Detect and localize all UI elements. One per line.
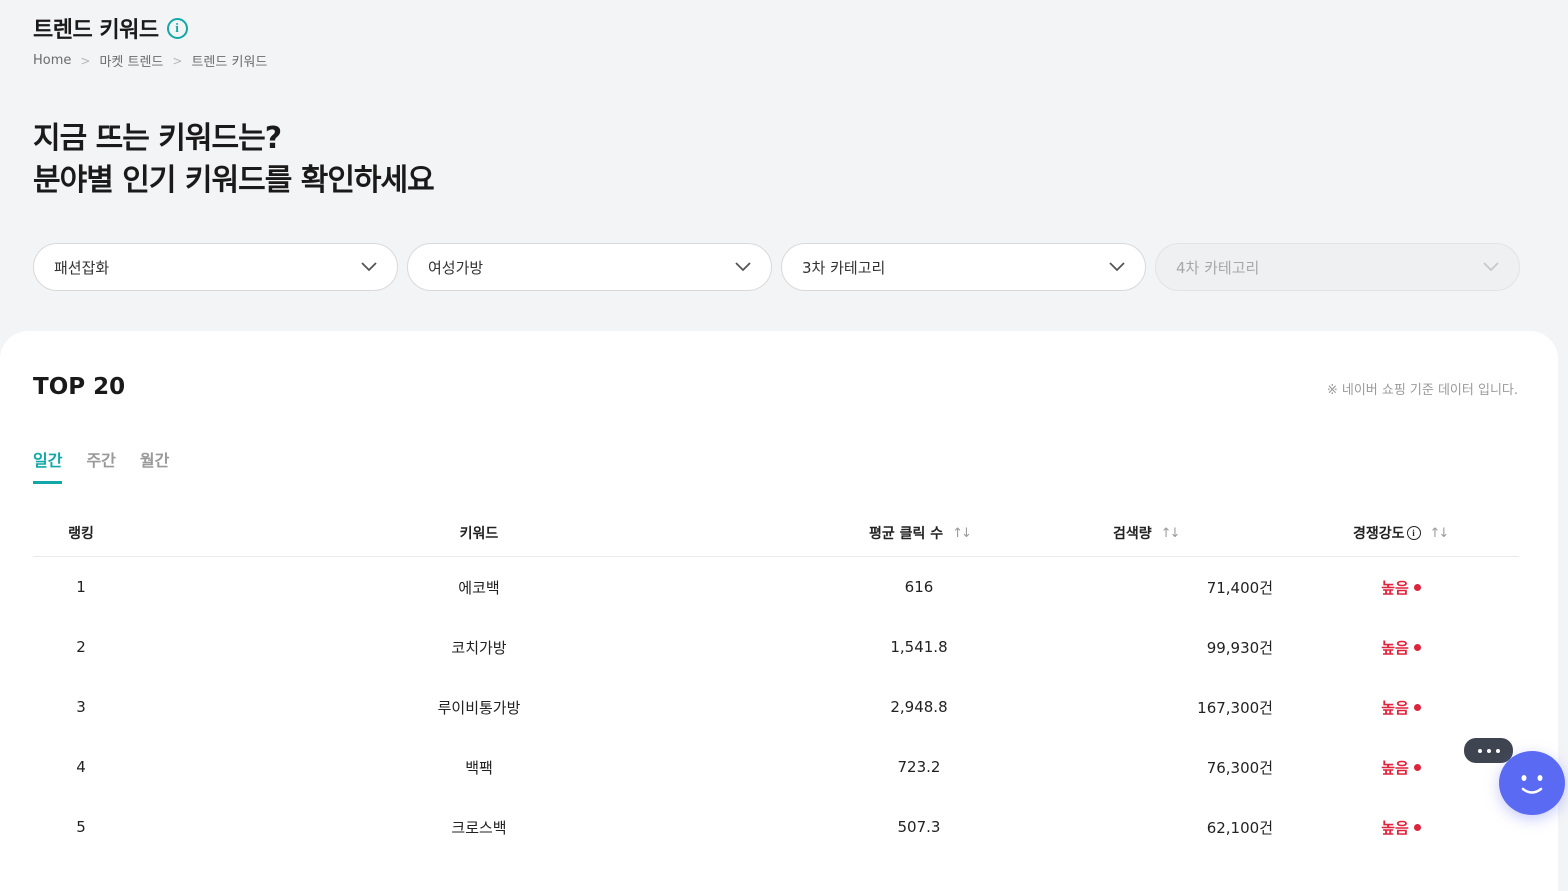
tab-weekly[interactable]: 주간 bbox=[86, 447, 115, 484]
breadcrumb-trend-keyword: 트렌드 키워드 bbox=[191, 55, 268, 70]
cell-rank: 3 bbox=[76, 698, 86, 716]
chevron-down-icon bbox=[735, 262, 751, 272]
cell-keyword[interactable]: 크로스백 bbox=[379, 797, 579, 857]
cell-search-volume: 167,300건 bbox=[1197, 698, 1273, 717]
cell-keyword[interactable]: 백팩 bbox=[379, 737, 579, 797]
page-title-row: 트렌드 키워드 i bbox=[33, 12, 267, 44]
cell-rank: 4 bbox=[76, 758, 86, 776]
info-icon[interactable]: i bbox=[1406, 526, 1421, 540]
chevron-down-icon bbox=[1483, 262, 1499, 272]
sort-icon[interactable]: ↑↓ bbox=[1161, 526, 1181, 541]
headline-line-1: 지금 뜨는 키워드는? bbox=[33, 121, 282, 156]
headline: 지금 뜨는 키워드는? 분야별 인기 키워드를 확인하세요 bbox=[33, 118, 435, 202]
cell-rank: 5 bbox=[76, 818, 86, 836]
category-filters: 패션잡화 여성가방 3차 카테고리 4차 카테고리 bbox=[33, 243, 1520, 291]
headline-line-2: 분야별 인기 키워드를 확인하세요 bbox=[33, 163, 435, 198]
column-header-keyword: 키워드 bbox=[379, 509, 579, 557]
ranking-table-body: 1 에코백 616 71,400건 높음 2 코치가방 1,541.8 99,9… bbox=[33, 557, 1519, 857]
cell-keyword[interactable]: 에코백 bbox=[379, 557, 579, 617]
table-header: 랭킹 키워드 평균 클릭 수 ↑↓ 검색량 ↑↓ 경쟁강도 i ↑↓ bbox=[33, 509, 1519, 557]
chevron-right-icon: > bbox=[172, 53, 183, 68]
column-label-rank: 랭킹 bbox=[68, 526, 94, 542]
competition-label: 높음 bbox=[1381, 758, 1409, 777]
competition-label: 높음 bbox=[1381, 578, 1409, 597]
table-row[interactable]: 2 코치가방 1,541.8 99,930건 높음 bbox=[33, 617, 1519, 677]
tab-daily[interactable]: 일간 bbox=[33, 447, 63, 484]
category-3-select[interactable]: 3차 카테고리 bbox=[781, 243, 1146, 291]
category-1-select[interactable]: 패션잡화 bbox=[33, 243, 398, 291]
chatbot-button[interactable] bbox=[1499, 751, 1565, 815]
page-header: 트렌드 키워드 i Home > 마켓 트렌드 > 트렌드 키워드 bbox=[33, 12, 267, 70]
chat-dot bbox=[1477, 748, 1482, 753]
breadcrumb-market-trend[interactable]: 마켓 트렌드 bbox=[99, 51, 163, 70]
smiley-face-icon bbox=[1521, 775, 1543, 794]
cell-avg-clicks: 723.2 bbox=[897, 758, 941, 776]
column-label-competition: 경쟁강도 bbox=[1353, 526, 1405, 542]
page-title: 트렌드 키워드 bbox=[33, 18, 159, 43]
category-4-value: 4차 카테고리 bbox=[1176, 258, 1260, 277]
column-header-rank: 랭킹 bbox=[33, 509, 129, 557]
sort-icon[interactable]: ↑↓ bbox=[952, 526, 972, 541]
cell-competition: 높음 bbox=[1361, 677, 1441, 737]
info-icon[interactable]: i bbox=[166, 17, 188, 39]
category-2-select[interactable]: 여성가방 bbox=[407, 243, 772, 291]
chevron-right-icon: > bbox=[80, 53, 91, 68]
cell-search-volume: 76,300건 bbox=[1206, 758, 1273, 777]
cell-search-volume: 99,930건 bbox=[1206, 638, 1273, 657]
ranking-title: TOP 20 bbox=[33, 374, 126, 400]
column-header-competition[interactable]: 경쟁강도 i ↑↓ bbox=[1353, 509, 1450, 557]
ranking-panel: TOP 20 ※ 네이버 쇼핑 기준 데이터 입니다. 일간 주간 월간 랭킹 … bbox=[0, 331, 1558, 891]
cell-rank: 2 bbox=[76, 638, 86, 656]
period-tabs: 일간 주간 월간 bbox=[33, 447, 169, 484]
chat-dot bbox=[1486, 748, 1491, 753]
table-row[interactable]: 5 크로스백 507.3 62,100건 높음 bbox=[33, 797, 1519, 857]
competition-dot bbox=[1413, 823, 1421, 831]
cell-competition: 높음 bbox=[1361, 617, 1441, 677]
category-2-value: 여성가방 bbox=[428, 258, 484, 277]
table-row[interactable]: 4 백팩 723.2 76,300건 높음 bbox=[33, 737, 1519, 797]
competition-dot bbox=[1413, 703, 1421, 711]
breadcrumb-home[interactable]: Home bbox=[33, 53, 71, 68]
data-source-note: ※ 네이버 쇼핑 기준 데이터 입니다. bbox=[1326, 383, 1518, 398]
cell-avg-clicks: 2,948.8 bbox=[890, 698, 948, 716]
competition-label: 높음 bbox=[1381, 818, 1409, 837]
competition-label: 높음 bbox=[1381, 638, 1409, 657]
competition-label: 높음 bbox=[1381, 698, 1409, 717]
tab-monthly[interactable]: 월간 bbox=[140, 447, 169, 484]
cell-competition: 높음 bbox=[1361, 797, 1441, 857]
category-4-select: 4차 카테고리 bbox=[1155, 243, 1520, 291]
competition-dot bbox=[1413, 643, 1421, 651]
column-header-search-volume[interactable]: 검색량 ↑↓ bbox=[1113, 509, 1181, 557]
column-header-avg-clicks[interactable]: 평균 클릭 수 ↑↓ bbox=[869, 509, 972, 557]
column-label-avg-clicks: 평균 클릭 수 bbox=[869, 526, 944, 542]
table-row[interactable]: 3 루이비통가방 2,948.8 167,300건 높음 bbox=[33, 677, 1519, 737]
cell-avg-clicks: 1,541.8 bbox=[890, 638, 948, 656]
sort-icon[interactable]: ↑↓ bbox=[1430, 526, 1450, 541]
cell-keyword[interactable]: 루이비통가방 bbox=[379, 677, 579, 737]
table-row[interactable]: 1 에코백 616 71,400건 높음 bbox=[33, 557, 1519, 617]
breadcrumb: Home > 마켓 트렌드 > 트렌드 키워드 bbox=[33, 51, 267, 70]
category-3-value: 3차 카테고리 bbox=[802, 258, 886, 277]
chevron-down-icon bbox=[1109, 262, 1125, 272]
cell-search-volume: 62,100건 bbox=[1206, 818, 1273, 837]
cell-competition: 높음 bbox=[1361, 737, 1441, 797]
cell-avg-clicks: 507.3 bbox=[897, 818, 941, 836]
competition-dot bbox=[1413, 763, 1421, 771]
cell-search-volume: 71,400건 bbox=[1206, 578, 1273, 597]
cell-keyword[interactable]: 코치가방 bbox=[379, 617, 579, 677]
column-label-search-volume: 검색량 bbox=[1113, 526, 1152, 542]
cell-competition: 높음 bbox=[1361, 557, 1441, 617]
column-label-keyword: 키워드 bbox=[459, 526, 499, 542]
cell-rank: 1 bbox=[76, 578, 86, 596]
category-1-value: 패션잡화 bbox=[54, 258, 110, 277]
competition-dot bbox=[1413, 583, 1421, 591]
chevron-down-icon bbox=[361, 262, 377, 272]
cell-avg-clicks: 616 bbox=[904, 578, 934, 596]
